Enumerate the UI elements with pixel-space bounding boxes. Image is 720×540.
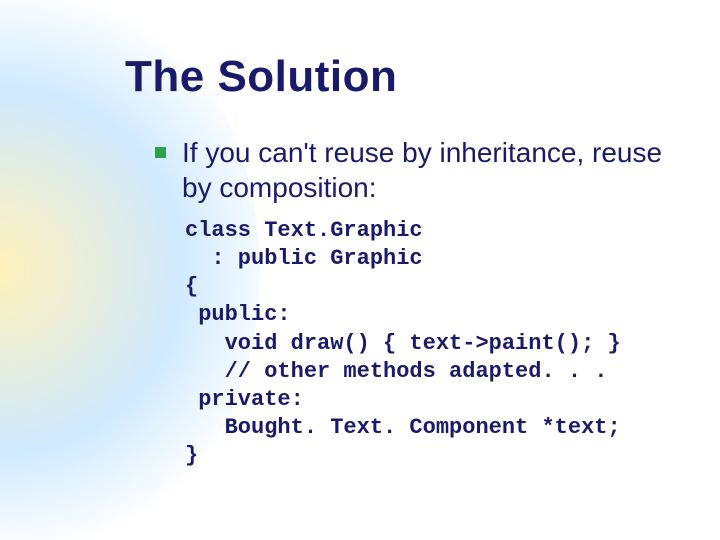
slide-body: If you can't reuse by inheritance, reuse… bbox=[155, 135, 690, 470]
bullet-square-icon bbox=[155, 147, 166, 158]
slide: The Solution If you can't reuse by inher… bbox=[0, 0, 720, 540]
bullet-text: If you can't reuse by inheritance, reuse… bbox=[182, 135, 690, 205]
code-block: class Text.Graphic : public Graphic { pu… bbox=[185, 217, 690, 470]
slide-title: The Solution bbox=[125, 52, 397, 102]
bullet-item: If you can't reuse by inheritance, reuse… bbox=[155, 135, 690, 205]
